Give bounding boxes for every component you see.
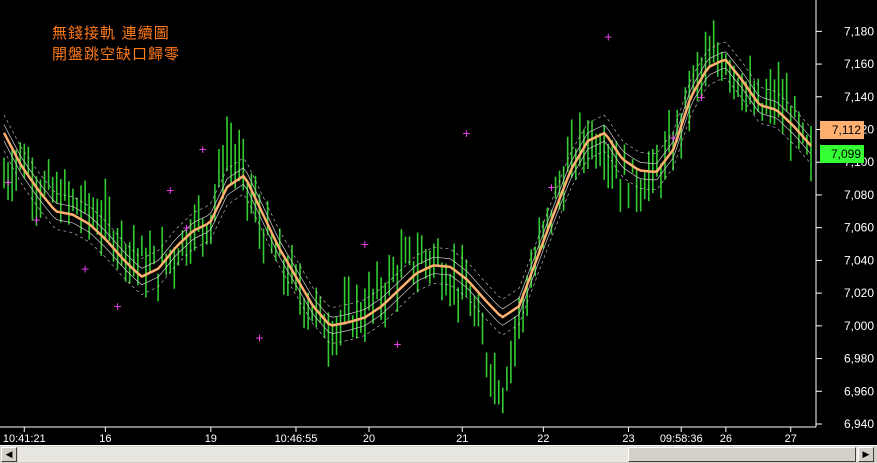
x-tick-label: 20	[363, 433, 375, 445]
signal-marker: +	[80, 263, 89, 276]
chart-title-line2: 開盤跳空缺口歸零	[52, 45, 181, 63]
x-tick-label: 10:46:55	[275, 433, 318, 445]
x-tick-label: 21	[456, 433, 468, 445]
x-tick-label: 23	[622, 433, 634, 445]
y-tick-label: 7,180	[844, 24, 874, 38]
x-tick-label: 22	[537, 433, 549, 445]
signal-marker: +	[166, 184, 175, 197]
chart-title-line1: 無錢接軌 連續圖	[52, 24, 170, 42]
signal-marker: +	[182, 222, 191, 235]
x-tick-label: 09:58:36	[660, 433, 703, 445]
y-tick-label: 7,040	[844, 253, 874, 267]
arrow-right-icon[interactable]: ▶	[858, 447, 874, 462]
scrollbar-thumb[interactable]	[628, 447, 856, 462]
signal-marker: +	[3, 176, 12, 189]
x-tick-label: 19	[205, 433, 217, 445]
y-tick-label: 7,060	[844, 221, 874, 235]
signal-marker: +	[462, 127, 471, 140]
x-tick-label: 27	[785, 433, 797, 445]
signal-marker: +	[669, 132, 678, 145]
y-tick-label: 6,940	[844, 417, 874, 431]
signal-marker: +	[604, 30, 613, 43]
signal-marker: +	[547, 181, 556, 194]
signal-marker: +	[113, 300, 122, 313]
signal-marker: +	[360, 238, 369, 251]
y-tick-label: 7,140	[844, 90, 874, 104]
signal-marker: +	[393, 338, 402, 351]
y-tick-label: 7,000	[844, 319, 874, 333]
x-tick-label: 26	[720, 433, 732, 445]
y-tick-label: 7,080	[844, 188, 874, 202]
x-tick-label: 10:41:21	[3, 433, 46, 445]
y-tick-label: 7,160	[844, 57, 874, 71]
arrow-left-icon[interactable]: ◀	[1, 447, 17, 462]
y-tick-label: 6,980	[844, 352, 874, 366]
plot-background	[0, 0, 877, 463]
horizontal-scrollbar[interactable]: ◀ ▶	[0, 445, 877, 463]
signal-marker: +	[697, 91, 706, 104]
signal-marker: +	[255, 331, 264, 344]
signal-marker: +	[198, 143, 207, 156]
y-tick-label: 7,020	[844, 286, 874, 300]
signal-marker: +	[32, 214, 41, 227]
y-tick-label: 6,960	[844, 384, 874, 398]
previous-price-badge: 7,099	[820, 145, 864, 163]
price-chart: +++++++++++++++ 7,1807,1607,1407,1207,10…	[0, 0, 877, 463]
x-tick-label: 16	[99, 433, 111, 445]
last-price-badge: 7,112	[820, 121, 864, 139]
